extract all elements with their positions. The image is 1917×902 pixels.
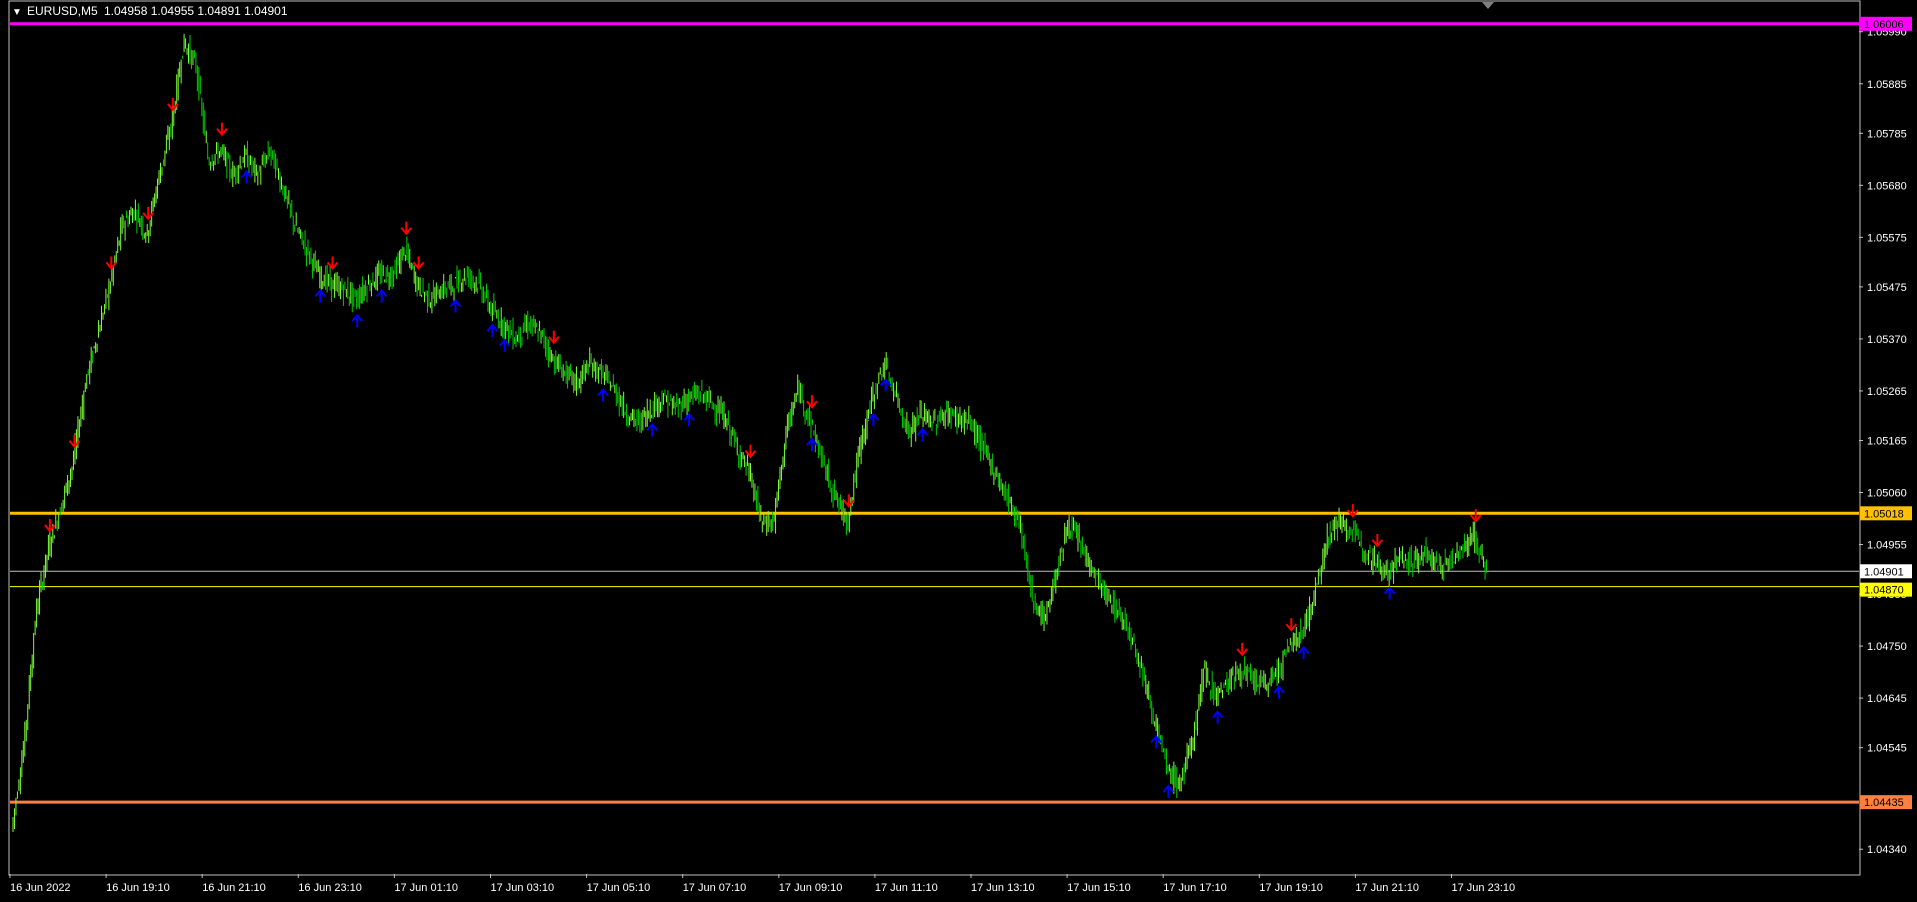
collapse-triangle-icon[interactable]: ▼: [12, 7, 22, 18]
x-tick-label: 17 Jun 15:10: [1067, 882, 1131, 894]
y-tick-label: 1.05370: [1867, 334, 1907, 346]
x-tick-label: 17 Jun 13:10: [971, 882, 1035, 894]
y-tick-label: 1.05785: [1867, 128, 1907, 140]
symbol-label: EURUSD,M5: [27, 4, 98, 18]
svg-text:1.04901: 1.04901: [1864, 566, 1904, 578]
price-label-1.04870: 1.04870: [1860, 582, 1912, 597]
x-tick-label: 17 Jun 05:10: [587, 882, 651, 894]
x-tick-label: 16 Jun 2022: [10, 882, 71, 894]
svg-text:1.06006: 1.06006: [1864, 19, 1904, 31]
x-tick-label: 17 Jun 01:10: [394, 882, 458, 894]
chart-header: ▼ EURUSD,M5 1.04958 1.04955 1.04891 1.04…: [12, 4, 288, 18]
y-tick-label: 1.05165: [1867, 435, 1907, 447]
ohlc-values: 1.04958 1.04955 1.04891 1.04901: [104, 4, 288, 18]
x-tick-label: 17 Jun 19:10: [1259, 882, 1323, 894]
y-tick-label: 1.05060: [1867, 488, 1907, 500]
x-tick-label: 17 Jun 03:10: [491, 882, 555, 894]
y-tick-label: 1.05885: [1867, 79, 1907, 91]
price-label-1.05018: 1.05018: [1860, 506, 1912, 521]
x-tick-label: 17 Jun 23:10: [1452, 882, 1516, 894]
y-tick-label: 1.04340: [1867, 844, 1907, 856]
y-tick-label: 1.05680: [1867, 180, 1907, 192]
y-tick-label: 1.04645: [1867, 693, 1907, 705]
chart-window[interactable]: 1.05990 1.05885 1.05785 1.05680 1.05575 1.054…: [0, 0, 1917, 897]
svg-text:1.04435: 1.04435: [1864, 797, 1904, 809]
y-tick-label: 1.04750: [1867, 641, 1907, 653]
price-label-1.06006: 1.06006: [1860, 16, 1912, 31]
x-tick-label: 16 Jun 23:10: [298, 882, 362, 894]
price-chart[interactable]: 1.059901.058851.057851.056801.055751.054…: [0, 0, 1917, 897]
x-tick-label: 17 Jun 11:10: [875, 882, 938, 894]
x-tick-label: 17 Jun 17:10: [1163, 882, 1227, 894]
y-tick-label: 1.04545: [1867, 743, 1907, 755]
x-tick-label: 17 Jun 09:10: [779, 882, 843, 894]
y-tick-label: 1.05575: [1867, 232, 1907, 244]
price-label-1.04901: 1.04901: [1860, 564, 1912, 579]
y-tick-label: 1.05265: [1867, 386, 1907, 398]
svg-text:1.04870: 1.04870: [1864, 585, 1904, 597]
chart-background: [0, 0, 1917, 897]
svg-text:1.05018: 1.05018: [1864, 508, 1904, 520]
y-tick-label: 1.04955: [1867, 540, 1907, 552]
x-tick-label: 16 Jun 19:10: [106, 882, 170, 894]
price-label-1.04435: 1.04435: [1860, 795, 1912, 810]
x-tick-label: 16 Jun 21:10: [202, 882, 266, 894]
y-tick-label: 1.05475: [1867, 282, 1907, 294]
x-tick-label: 17 Jun 21:10: [1355, 882, 1419, 894]
x-tick-label: 17 Jun 07:10: [683, 882, 747, 894]
